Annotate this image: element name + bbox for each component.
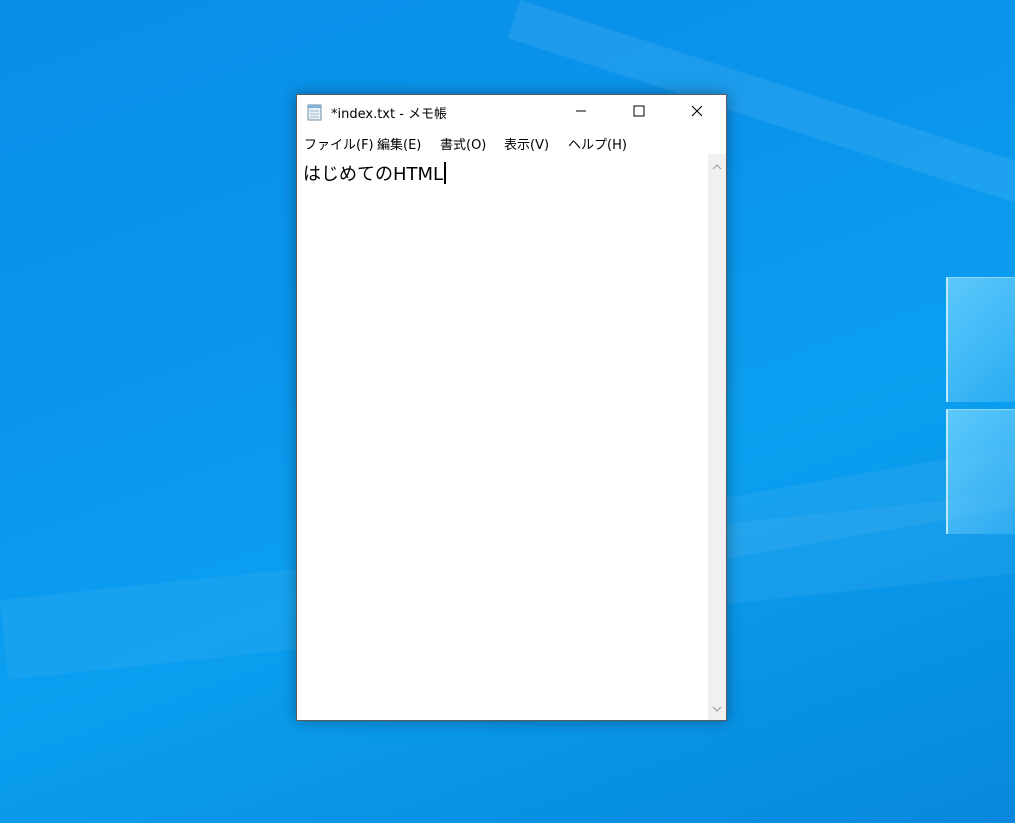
title-bar[interactable]: *index.txt - メモ帳 (297, 95, 726, 128)
menu-bar: ファイル(F) 編集(E) 書式(O) 表示(V) ヘルプ(H) (297, 130, 726, 153)
scroll-up-button[interactable] (708, 156, 726, 174)
minimize-button[interactable] (552, 95, 610, 128)
text-editor[interactable]: はじめてのHTML (297, 154, 708, 720)
menu-edit[interactable]: 編集(E) (377, 134, 421, 153)
windows-logo-pane (946, 409, 1015, 534)
menu-view[interactable]: 表示(V) (504, 134, 549, 153)
menu-help[interactable]: ヘルプ(H) (568, 134, 627, 153)
scroll-down-button[interactable] (708, 698, 726, 716)
close-button[interactable] (668, 95, 726, 128)
chevron-down-icon (712, 698, 722, 717)
maximize-icon (633, 102, 645, 121)
windows-logo (946, 265, 1015, 535)
window-title: *index.txt - メモ帳 (331, 107, 448, 122)
editor-line: はじめてのHTML (303, 160, 447, 186)
text-caret (444, 162, 447, 184)
close-icon (691, 102, 703, 121)
maximize-button[interactable] (610, 95, 668, 128)
windows-logo-pane (946, 277, 1015, 402)
chevron-up-icon (712, 156, 722, 175)
menu-format[interactable]: 書式(O) (440, 134, 486, 153)
notepad-icon[interactable] (307, 103, 323, 121)
notepad-window[interactable]: *index.txt - メモ帳 ファイル(F) 編集(E) 書式(O) 表示(… (296, 94, 727, 721)
menu-file[interactable]: ファイル(F) (304, 134, 374, 153)
vertical-scrollbar[interactable] (708, 154, 726, 720)
minimize-icon (575, 102, 587, 121)
editor-content: はじめてのHTML (303, 164, 444, 185)
